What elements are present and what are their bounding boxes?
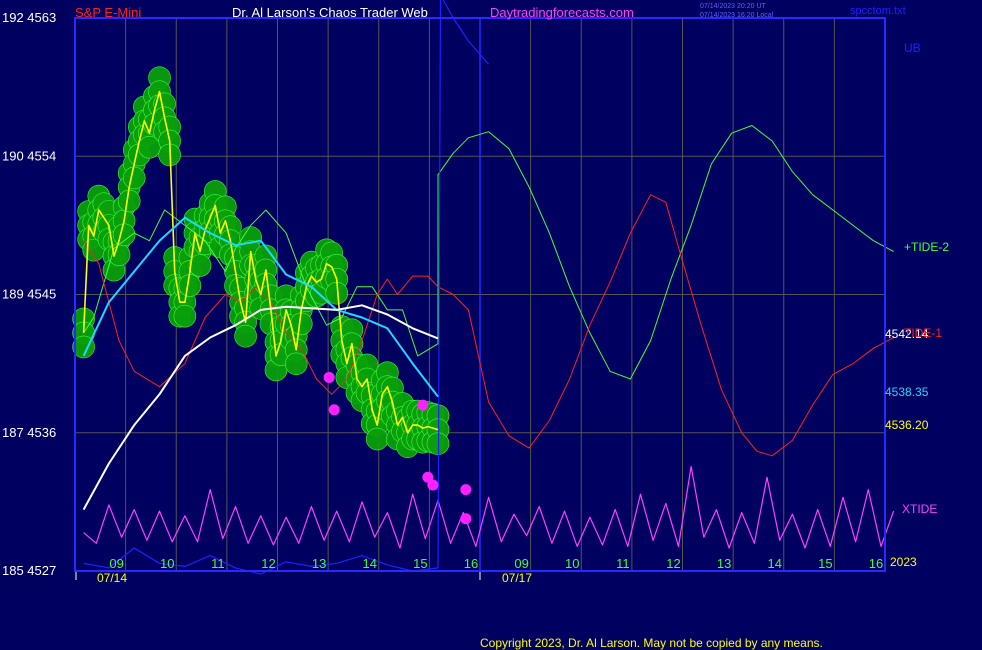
x-tick-label: 10 [160,556,174,571]
y-axis-label: 189 4545 [2,287,56,302]
x-tick-label: 15 [413,556,427,571]
pivot-marker [417,399,429,411]
pivot-marker [460,484,472,496]
pivot-marker [328,404,340,416]
data-file-name: spcctom.txt [850,5,906,17]
price-bubble [234,324,257,348]
pivot-marker [460,513,472,525]
series-label-ub: UB [904,41,921,55]
x-tick-label: 09 [109,556,123,571]
year-label: 2023 [890,555,917,569]
price-bubble [122,166,146,190]
date-label: 07/14 [97,571,127,585]
x-tick-label: 12 [261,556,275,571]
chaos-chart: 192 4563 190 4554 189 4545 187 4536 185 4527… [0,0,982,650]
price-bubble [365,427,389,451]
timestamp-ut: 07/14/2023 20:20 UT [700,3,766,10]
y-axis-label: 185 4527 [2,563,56,578]
price-bubble [284,352,308,376]
x-tick-label: 13 [312,556,326,571]
x-tick-label: 11 [211,556,225,571]
x-tick-label: 16 [464,556,478,571]
x-tick-label: 12 [666,556,680,571]
x-tick-label: 15 [818,556,832,571]
series-label-tide-1: TIDE-1 [904,326,942,340]
x-tick-label: 10 [565,556,579,571]
x-tick-label: 11 [616,556,630,571]
series-label-xtide: XTIDE [902,502,937,516]
copyright-notice: Copyright 2023, Dr. Al Larson. May not b… [480,636,823,650]
price-label: 4536.20 [885,418,929,432]
y-axis-label: 192 4563 [2,10,56,25]
series-label-tide-2: +TIDE-2 [904,240,949,254]
x-tick-label: 14 [363,556,377,571]
x-tick-label: 09 [514,556,528,571]
price-bubble [178,274,202,297]
x-tick-label: 16 [869,556,883,571]
price-bubble [117,189,141,213]
symbol-label: S&P E-Mini [75,5,141,20]
pivot-marker [427,479,439,491]
pivot-marker [323,371,335,383]
price-label: 4538.35 [885,385,929,399]
site-name: Daytradingforecasts.com [490,5,634,20]
x-tick-label: 14 [768,556,782,571]
price-bubble [173,304,197,328]
date-label: 07/17 [502,571,532,585]
y-axis-label: 187 4536 [2,425,56,440]
chart-title: Dr. Al Larson's Chaos Trader Web [232,5,428,20]
x-tick-label: 13 [717,556,731,571]
timestamp-local: 07/14/2023 16:20 Local [700,12,774,19]
price-bubble [107,243,131,267]
y-axis-label: 190 4554 [2,148,56,163]
